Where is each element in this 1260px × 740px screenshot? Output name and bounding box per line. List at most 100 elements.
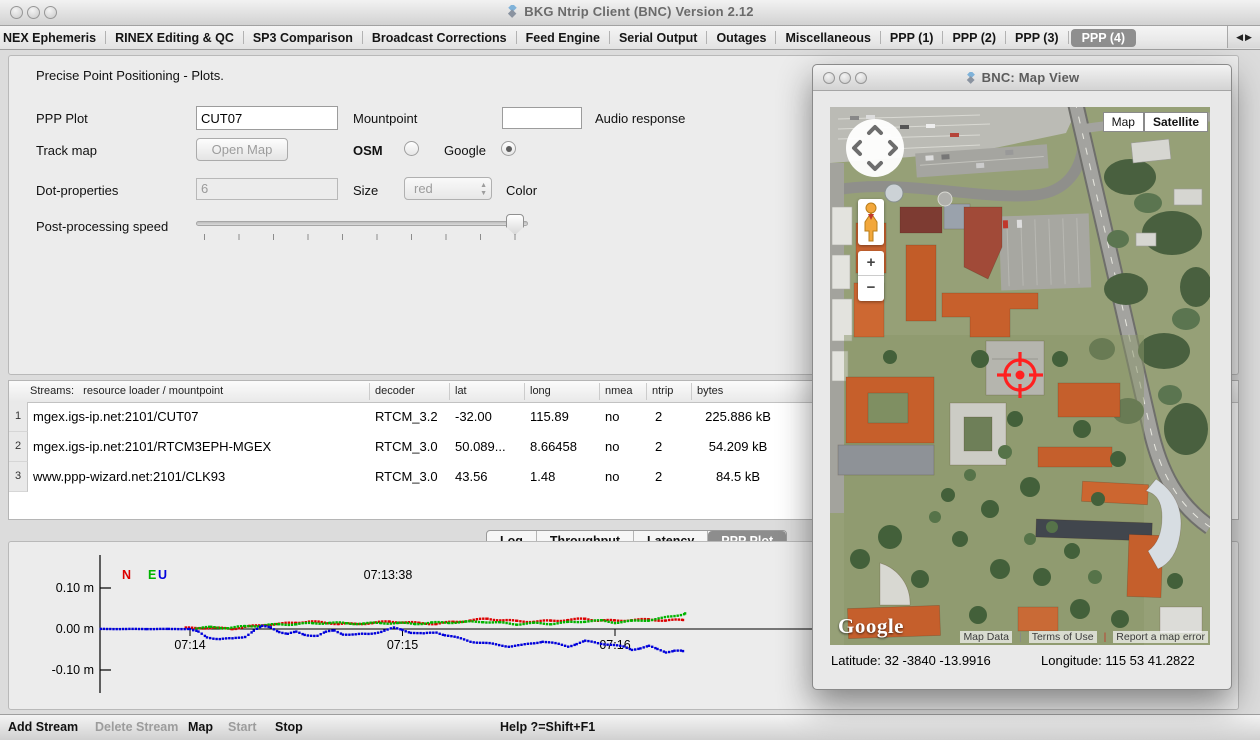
- bottom-toolbar: Add Stream Delete Stream Map Start Stop …: [0, 714, 1260, 740]
- header-lat: lat: [455, 385, 467, 397]
- add-stream-button[interactable]: Add Stream: [8, 720, 78, 734]
- mountpoint-label: Mountpoint: [353, 111, 417, 126]
- tab-ppp-1[interactable]: PPP (1): [881, 28, 943, 48]
- speed-slider-track[interactable]: [196, 221, 528, 226]
- panel-heading: Precise Point Positioning - Plots.: [36, 68, 224, 83]
- cell-bytes: 54.209 kB: [695, 439, 781, 454]
- legend-e: E: [148, 568, 156, 582]
- y-tick-000: 0.00 m: [56, 622, 94, 636]
- map-type-map-button[interactable]: Map: [1103, 112, 1144, 132]
- cell-nmea: no: [605, 439, 619, 454]
- stop-button[interactable]: Stop: [275, 720, 303, 734]
- tab-ppp-3[interactable]: PPP (3): [1006, 28, 1068, 48]
- pegman-control[interactable]: [858, 199, 884, 245]
- zoom-in-button[interactable]: +: [858, 251, 884, 276]
- tab-scroll-right-icon[interactable]: ▶: [1245, 32, 1252, 43]
- tab-feed-engine[interactable]: Feed Engine: [517, 28, 609, 48]
- cell-decoder: RTCM_3.0: [375, 439, 438, 454]
- x-tick-0714: 07:14: [174, 638, 205, 652]
- header-decoder: decoder: [375, 385, 415, 397]
- tab-rinex-editing-qc[interactable]: RINEX Editing & QC: [106, 28, 243, 48]
- audio-response-label: Audio response: [595, 111, 685, 126]
- tab-miscellaneous[interactable]: Miscellaneous: [776, 28, 879, 48]
- map-type-satellite-button[interactable]: Satellite: [1144, 112, 1208, 132]
- cell-decoder: RTCM_3.2: [375, 409, 438, 424]
- osm-radio[interactable]: [404, 141, 419, 156]
- zoom-out-button[interactable]: −: [858, 276, 884, 300]
- mountpoint-input[interactable]: [502, 107, 582, 129]
- color-label: Color: [506, 183, 537, 198]
- y-tick-010: 0.10 m: [56, 581, 94, 595]
- cell-bytes: 225.886 kB: [695, 409, 781, 424]
- ppp-plot-label: PPP Plot: [36, 111, 88, 126]
- map-attribution: Map Data | Terms of Use | Report a map e…: [960, 631, 1208, 643]
- cell-lat: -32.00: [455, 409, 492, 424]
- osm-label: OSM: [353, 143, 383, 158]
- row-number: 2: [9, 432, 28, 462]
- color-combobox-value: red: [414, 181, 433, 196]
- longitude-readout: Longitude: 115 53 41.2822: [1041, 653, 1195, 668]
- header-streams: Streams: resource loader / mountpoint: [30, 385, 223, 397]
- dot-size-input[interactable]: 6: [196, 178, 338, 200]
- color-combobox[interactable]: red ▲▼: [404, 177, 492, 200]
- tab-broadcast-corrections[interactable]: Broadcast Corrections: [363, 28, 516, 48]
- legend-n: N: [122, 568, 131, 582]
- tab-scroll-arrows[interactable]: ◀ ▶: [1227, 26, 1260, 48]
- map-type-control: Map Satellite: [1103, 112, 1208, 132]
- chart-title: 07:13:38: [364, 568, 413, 582]
- latitude-readout: Latitude: 32 -3840 -13.9916: [831, 653, 991, 668]
- cell-ntrip: 2: [655, 409, 662, 424]
- terms-of-use-link[interactable]: Terms of Use: [1029, 631, 1097, 643]
- tab-ppp-4[interactable]: PPP (4): [1071, 29, 1137, 47]
- cell-long: 115.89: [530, 409, 569, 424]
- cell-decoder: RTCM_3.0: [375, 469, 438, 484]
- open-map-button[interactable]: Open Map: [196, 138, 288, 161]
- google-radio[interactable]: [501, 141, 516, 156]
- tab-serial-output[interactable]: Serial Output: [610, 28, 706, 48]
- cell-nmea: no: [605, 409, 619, 424]
- x-tick-0715: 07:15: [387, 638, 418, 652]
- main-tabbar: NEX Ephemeris RINEX Editing & QC SP3 Com…: [0, 26, 1260, 50]
- delete-stream-button: Delete Stream: [95, 720, 178, 734]
- map-zoom-control: + −: [858, 251, 884, 301]
- row-number: 1: [9, 402, 28, 432]
- satellite-map-graphic: [830, 107, 1210, 645]
- google-logo[interactable]: Google: [838, 614, 904, 639]
- row-number: 3: [9, 462, 28, 492]
- cell-mountpoint: mgex.igs-ip.net:2101/RTCM3EPH-MGEX: [33, 439, 271, 454]
- dot-properties-label: Dot-properties: [36, 183, 118, 198]
- report-map-error-link[interactable]: Report a map error: [1113, 631, 1208, 643]
- tab-scroll-left-icon[interactable]: ◀: [1236, 32, 1243, 43]
- cell-ntrip: 2: [655, 439, 662, 454]
- tab-ppp-2[interactable]: PPP (2): [943, 28, 1005, 48]
- header-nmea: nmea: [605, 385, 633, 397]
- speed-slider-handle[interactable]: [506, 214, 524, 235]
- map-data-link[interactable]: Map Data: [960, 631, 1012, 643]
- bnc-app-icon: [965, 72, 977, 87]
- cell-lat: 50.089...: [455, 439, 506, 454]
- combo-down-arrow-icon: ▼: [480, 190, 487, 197]
- window-title: BKG Ntrip Client (BNC) Version 2.12: [0, 4, 1260, 21]
- bnc-main-window: BKG Ntrip Client (BNC) Version 2.12 NEX …: [0, 0, 1260, 740]
- header-bytes: bytes: [697, 385, 723, 397]
- google-label: Google: [444, 143, 486, 158]
- header-ntrip: ntrip: [652, 385, 673, 397]
- pegman-icon: [858, 199, 884, 245]
- tab-sp3-comparison[interactable]: SP3 Comparison: [244, 28, 362, 48]
- tab-rinex-ephemeris[interactable]: NEX Ephemeris: [0, 28, 105, 48]
- cell-long: 8.66458: [530, 439, 577, 454]
- y-tick-neg010: -0.10 m: [52, 663, 94, 677]
- map-button[interactable]: Map: [188, 720, 213, 734]
- map-window-title-text: BNC: Map View: [982, 70, 1080, 85]
- combo-up-arrow-icon: ▲: [480, 182, 487, 189]
- start-button: Start: [228, 720, 256, 734]
- cell-mountpoint: mgex.igs-ip.net:2101/CUT07: [33, 409, 198, 424]
- map-pan-control[interactable]: [845, 118, 905, 183]
- map-image[interactable]: + − Map Satellite Google Map Data | Term…: [830, 107, 1210, 645]
- tab-outages[interactable]: Outages: [707, 28, 775, 48]
- map-window-titlebar: BNC: Map View: [813, 65, 1231, 91]
- cell-nmea: no: [605, 469, 619, 484]
- bnc-app-icon: [506, 5, 519, 21]
- window-title-text: BKG Ntrip Client (BNC) Version 2.12: [524, 4, 753, 19]
- ppp-plot-input[interactable]: [196, 106, 338, 130]
